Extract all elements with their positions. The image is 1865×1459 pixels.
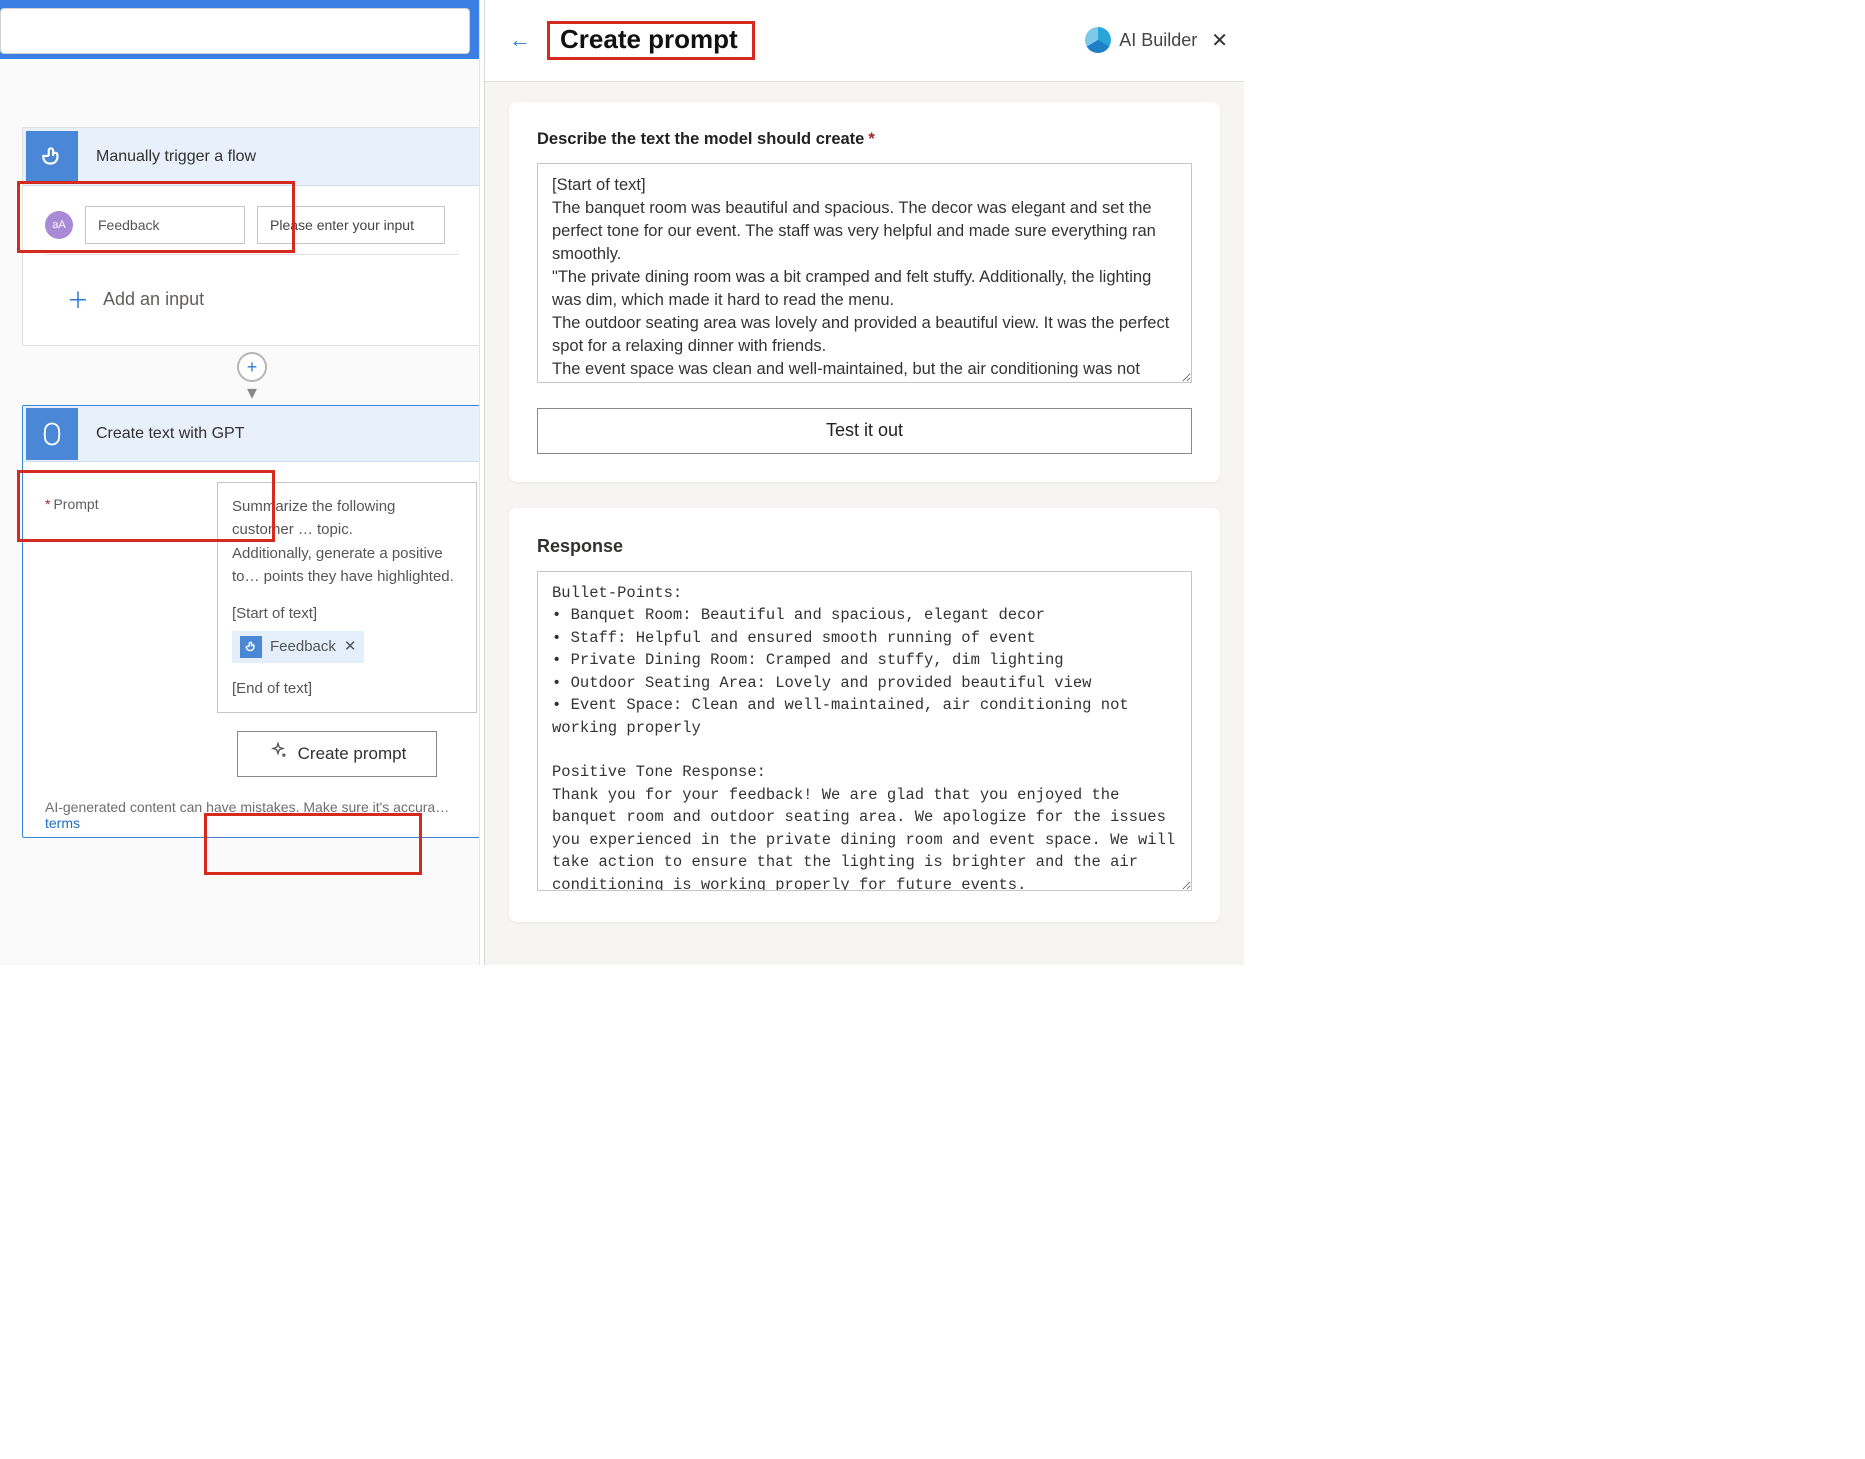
chip-label: Feedback [270,635,336,658]
chip-remove-icon[interactable]: ✕ [344,635,357,658]
ai-builder-brand: AI Builder [1085,27,1197,53]
describe-label: Describe the text the model should creat… [537,130,1192,149]
connector: + ▾ [22,352,480,405]
top-bar-input[interactable] [0,8,470,54]
end-of-text-tag: [End of text] [232,677,462,700]
describe-card: Describe the text the model should creat… [509,102,1220,482]
plus-icon: ＋ [67,283,89,315]
manual-trigger-icon [26,131,78,183]
describe-textarea[interactable] [537,163,1192,383]
arrow-down-icon: ▾ [247,380,257,405]
add-input-label: Add an input [103,289,204,310]
ai-disclaimer: AI-generated content can have mistakes. … [45,777,480,837]
text-type-icon: aA [45,211,73,239]
panel-header: ← Create prompt AI Builder ✕ [485,0,1244,82]
add-step-button[interactable]: + [237,352,267,382]
test-it-out-button[interactable]: Test it out [537,408,1192,454]
response-title: Response [537,536,1192,557]
annotation-box-panel-title: Create prompt [547,21,755,60]
action-card-header[interactable]: Create text with GPT [23,406,480,462]
prompt-preview-text: Summarize the following customer … topic… [232,495,462,588]
top-bar [0,0,479,59]
create-prompt-label: Create prompt [298,744,407,764]
gpt-icon [26,408,78,460]
manual-trigger-icon [240,636,262,658]
start-of-text-tag: [Start of text] [232,602,462,625]
trigger-title: Manually trigger a flow [96,148,256,166]
trigger-card[interactable]: Manually trigger a flow aA Feedback Plea… [22,127,480,346]
feedback-name-input[interactable]: Feedback [85,206,245,244]
ai-builder-icon [1085,27,1111,53]
canvas: Manually trigger a flow aA Feedback Plea… [0,59,479,965]
brand-label: AI Builder [1119,30,1197,51]
response-card: Response [509,508,1220,922]
panel-title: Create prompt [552,20,746,58]
response-textarea[interactable] [537,571,1192,891]
back-arrow-icon[interactable]: ← [499,27,541,53]
action-card[interactable]: Create text with GPT *Prompt Summarize t… [22,405,480,838]
action-title: Create text with GPT [96,425,245,443]
close-icon[interactable]: ✕ [1211,28,1228,53]
add-input-button[interactable]: ＋ Add an input [45,255,480,345]
feedback-value-input[interactable]: Please enter your input [257,206,445,244]
flow-canvas: Manually trigger a flow aA Feedback Plea… [0,0,480,965]
trigger-card-header[interactable]: Manually trigger a flow [23,128,480,186]
sparkle-icon [268,741,288,766]
feedback-chip[interactable]: Feedback ✕ [232,631,364,662]
prompt-field-label: *Prompt [45,482,217,713]
create-prompt-button[interactable]: Create prompt [237,731,437,777]
create-prompt-panel: ← Create prompt AI Builder ✕ Describe th… [484,0,1244,965]
prompt-textarea[interactable]: Summarize the following customer … topic… [217,482,477,713]
terms-link[interactable]: terms [45,815,80,831]
